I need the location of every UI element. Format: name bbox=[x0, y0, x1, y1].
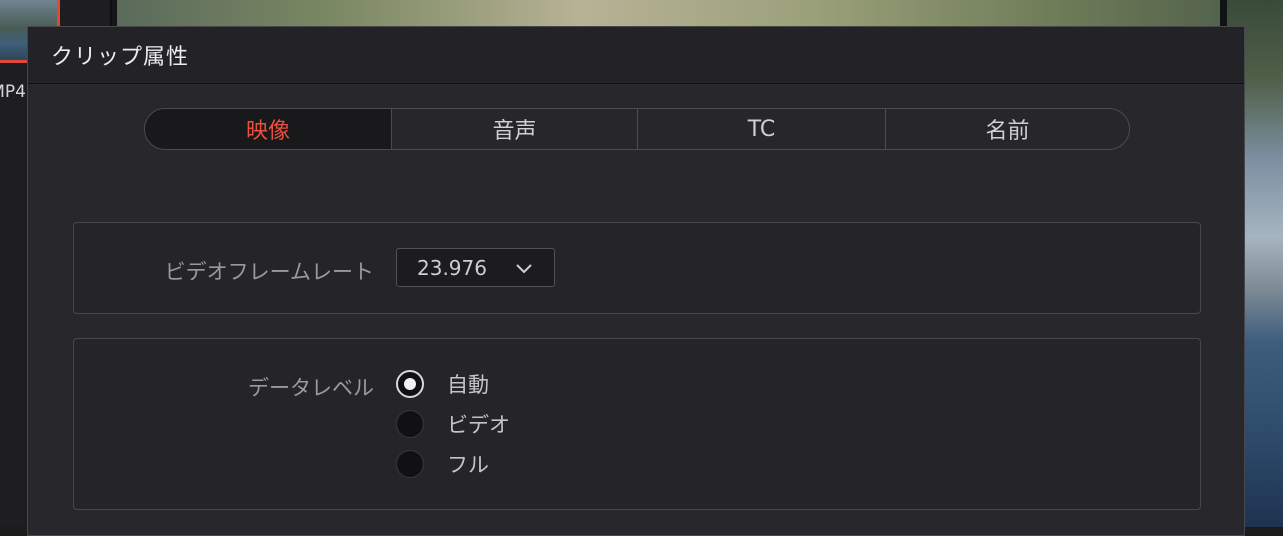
video-frame-rate-section: ビデオフレームレート 23.976 bbox=[73, 222, 1201, 314]
radio-button[interactable] bbox=[396, 450, 424, 478]
clip-attributes-dialog: クリップ属性 映像 音声 TC 名前 ビデオフレームレート 23.976 データ… bbox=[27, 26, 1245, 536]
data-level-label: データレベル bbox=[248, 376, 374, 400]
tab-video[interactable]: 映像 bbox=[145, 109, 391, 149]
radio-label: 自動 bbox=[447, 373, 489, 397]
radio-button[interactable] bbox=[396, 370, 424, 398]
data-level-option-auto[interactable]: 自動 bbox=[396, 369, 489, 399]
tab-name[interactable]: 名前 bbox=[885, 109, 1129, 149]
radio-label: ビデオ bbox=[447, 413, 510, 437]
tab-audio[interactable]: 音声 bbox=[391, 109, 637, 149]
data-level-section: データレベル 自動 ビデオ フル bbox=[73, 338, 1201, 510]
video-frame-rate-label: ビデオフレームレート bbox=[164, 260, 374, 284]
radio-label: フル bbox=[447, 453, 489, 477]
clip-name-label: MP4 bbox=[0, 82, 26, 102]
tab-label: 映像 bbox=[245, 119, 290, 144]
data-level-option-full[interactable]: フル bbox=[396, 449, 489, 479]
video-frame-rate-dropdown[interactable]: 23.976 bbox=[396, 248, 555, 287]
attribute-tabs: 映像 音声 TC 名前 bbox=[144, 108, 1130, 150]
chevron-down-icon bbox=[516, 264, 532, 274]
tab-label: TC bbox=[747, 116, 776, 142]
dialog-title: クリップ属性 bbox=[51, 45, 190, 70]
radio-button[interactable] bbox=[396, 410, 424, 438]
data-level-option-video[interactable]: ビデオ bbox=[396, 409, 510, 439]
dialog-titlebar[interactable]: クリップ属性 bbox=[28, 27, 1244, 84]
video-frame-rate-value: 23.976 bbox=[417, 255, 487, 280]
tab-label: 音声 bbox=[492, 119, 537, 144]
tab-timecode[interactable]: TC bbox=[637, 109, 885, 149]
tab-label: 名前 bbox=[985, 119, 1030, 144]
